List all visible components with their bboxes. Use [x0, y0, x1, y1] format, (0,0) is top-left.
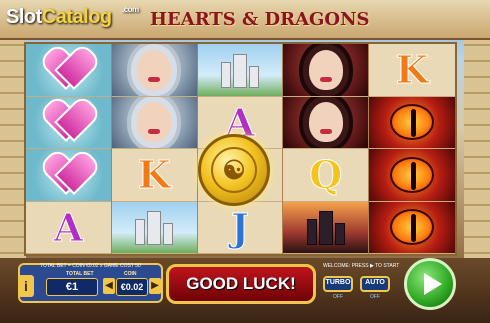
letter-a-symbol: A: [53, 204, 84, 250]
symbol-castle: [197, 44, 283, 97]
total-bet-label: TOTAL BET: [66, 271, 94, 277]
symbol-heart: [26, 149, 111, 202]
play-icon: [423, 273, 442, 295]
coin-decrease-button[interactable]: ◀: [103, 278, 115, 294]
dark-castle-icon: [306, 209, 345, 246]
ice-queen-icon: [137, 102, 172, 143]
letter-k-symbol: K: [137, 152, 171, 198]
total-bet-header: TOTAL BET = COIN €0.02 x GAME COST 50: [40, 263, 141, 269]
pink-heart-icon: [46, 155, 90, 195]
symbol-queen: [111, 44, 197, 97]
ice-queen-icon: [137, 49, 172, 90]
letter-q-symbol: Q: [309, 152, 343, 198]
dark-queen-icon: [308, 102, 343, 143]
dragon-eye-icon: [390, 209, 435, 246]
welcome-text: WELCOME: PRESS ▶ TO START: [323, 263, 400, 269]
info-button[interactable]: i: [18, 275, 34, 297]
symbol-eye: [369, 149, 455, 202]
reel-1: A: [26, 44, 112, 254]
symbol-heart: [26, 44, 111, 97]
header: SlotCatalog .com HEARTS & DRAGONS: [0, 0, 490, 40]
symbol-heart: [26, 96, 111, 149]
auto-state: OFF: [370, 294, 380, 300]
coin-label: COIN: [124, 271, 137, 277]
game-title: HEARTS & DRAGONS: [150, 9, 370, 30]
dragon-eye-icon: [390, 156, 435, 193]
coin-value: €0.02: [116, 278, 148, 296]
turbo-label: TURBO: [325, 279, 351, 286]
site-logo-suffix: .com: [122, 5, 139, 14]
auto-label: AUTO: [365, 279, 385, 286]
symbol-K: K: [369, 44, 455, 97]
white-castle-icon: [135, 209, 174, 246]
site-logo-main: Slot: [6, 6, 42, 28]
reel-2: K: [111, 44, 198, 254]
symbol-K: K: [111, 149, 197, 202]
site-logo-accent: Catalog: [41, 6, 112, 28]
right-pillar: [464, 30, 490, 270]
coin-increase-button[interactable]: ▶: [149, 278, 161, 294]
symbol-A: A: [26, 202, 111, 254]
symbol-eye: [369, 96, 455, 149]
pink-heart-icon: [46, 50, 90, 90]
symbol-eye: [369, 201, 455, 254]
symbol-J: J: [197, 202, 283, 254]
reel-5: K: [369, 44, 455, 254]
symbol-darkcastle: [283, 201, 369, 254]
site-logo: SlotCatalog .com: [6, 5, 139, 29]
turbo-state: OFF: [333, 294, 343, 300]
left-pillar: [0, 30, 26, 270]
pink-heart-icon: [46, 102, 90, 142]
total-bet-value: €1: [46, 278, 98, 296]
letter-k-symbol: K: [395, 47, 429, 93]
symbol-queen: [111, 96, 197, 149]
letter-j-symbol: J: [231, 204, 250, 250]
symbol-villain: [283, 44, 369, 97]
reel-4: Q: [283, 44, 370, 254]
message-banner: GOOD LUCK!: [166, 264, 316, 304]
symbol-villain: [283, 96, 369, 149]
symbol-Q: Q: [283, 149, 369, 202]
symbol-castle: [111, 201, 197, 254]
dragon-coin-icon: ☯: [198, 134, 270, 206]
dark-queen-icon: [308, 49, 343, 90]
spin-button[interactable]: [404, 258, 456, 310]
white-castle-icon: [220, 52, 259, 88]
dragon-eye-icon: [390, 104, 435, 141]
